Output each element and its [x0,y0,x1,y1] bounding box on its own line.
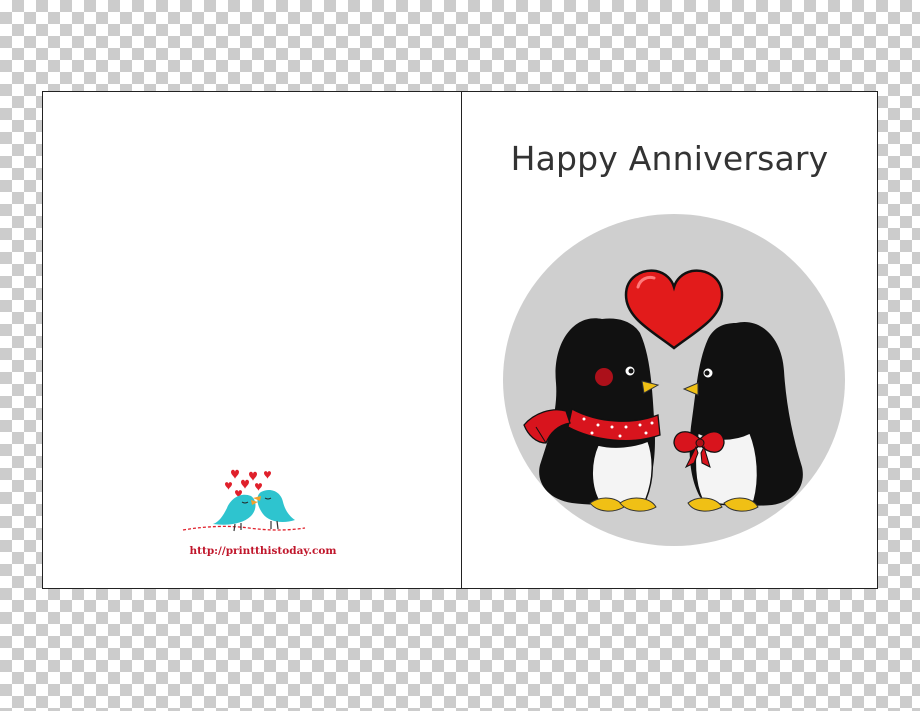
penguin-couple-heart-icon [503,214,845,546]
card-title: Happy Anniversary [510,139,829,178]
card-back-panel: http://printthistoday.com [43,92,462,588]
card-front-panel: Happy Anniversary [462,92,877,588]
website-url: http://printthistoday.com [189,545,337,557]
lovebirds-icon [182,469,306,532]
greeting-card: http://printthistoday.com Happy Annivers… [42,91,878,589]
